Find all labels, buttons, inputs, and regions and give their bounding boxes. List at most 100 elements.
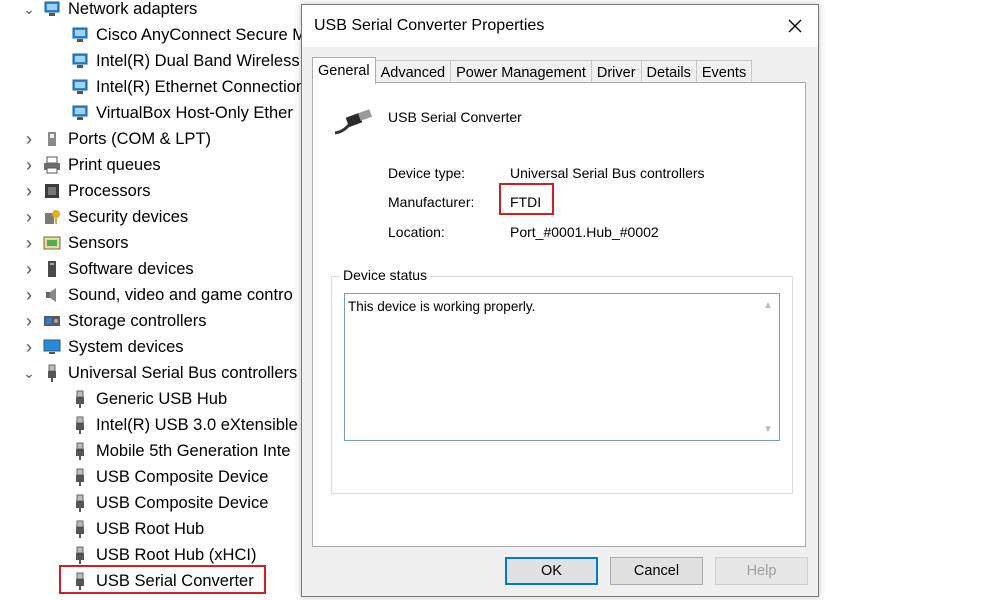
tree-item-label: Storage controllers [68, 311, 207, 330]
collapsed-arrow-icon[interactable]: › [22, 181, 36, 201]
tree-item-label: USB Composite Device [96, 467, 269, 486]
expanded-arrow-icon[interactable]: ⌄ [22, 365, 36, 381]
device-status-textbox[interactable]: This device is working properly. ▲ ▼ [344, 293, 780, 441]
tree-device[interactable]: Cisco AnyConnect Secure M [70, 23, 306, 47]
device-type-label: Device type: [388, 165, 466, 181]
close-button[interactable] [780, 11, 810, 41]
tree-item-label: USB Composite Device [96, 493, 269, 512]
tree-item-label: Cisco AnyConnect Secure M [96, 25, 307, 44]
tree-item-label: Security devices [68, 207, 189, 226]
tree-item-label: USB Root Hub (xHCI) [96, 545, 257, 564]
tab-driver[interactable]: Driver [590, 60, 642, 84]
tree-device[interactable]: Intel(R) USB 3.0 eXtensible [70, 413, 298, 437]
help-button[interactable]: Help [715, 557, 808, 585]
tree-category[interactable]: › System devices [22, 335, 184, 359]
tree-item-label: USB Root Hub [96, 519, 205, 538]
highlight-box-selected-device [59, 565, 266, 594]
tree-category[interactable]: › Storage controllers [22, 309, 207, 333]
security-icon [42, 207, 62, 227]
device-status-group: Device status This device is working pro… [331, 267, 793, 494]
tab-strip: General Advanced Power Management Driver… [312, 57, 753, 84]
tree-item-label: Intel(R) Dual Band Wireless [96, 51, 300, 70]
tree-item-label: Sensors [68, 233, 129, 252]
device-name: USB Serial Converter [388, 109, 522, 125]
device-status-label: Device status [340, 267, 431, 283]
tree-category[interactable]: ⌄ Universal Serial Bus controllers [22, 361, 297, 385]
collapsed-arrow-icon[interactable]: › [22, 285, 36, 305]
tree-item-label: Sound, video and game contro [68, 285, 293, 304]
scroll-down-icon[interactable]: ▼ [761, 422, 775, 436]
collapsed-arrow-icon[interactable]: › [22, 259, 36, 279]
usb-plug-icon [70, 415, 90, 435]
usb-plug-icon [70, 545, 90, 565]
tree-device[interactable]: USB Root Hub (xHCI) [70, 543, 256, 567]
tab-general[interactable]: General [312, 57, 376, 84]
tab-power-management[interactable]: Power Management [450, 60, 592, 84]
close-icon [788, 19, 802, 33]
tree-category[interactable]: › Software devices [22, 257, 194, 281]
collapsed-arrow-icon[interactable]: › [22, 129, 36, 149]
collapsed-arrow-icon[interactable]: › [22, 311, 36, 331]
collapsed-arrow-icon[interactable]: › [22, 233, 36, 253]
tree-item-label: Print queues [68, 155, 161, 174]
port-icon [42, 129, 62, 149]
tree-category[interactable]: › Sound, video and game contro [22, 283, 293, 307]
dialog-title: USB Serial Converter Properties [314, 17, 545, 34]
tree-category[interactable]: › Print queues [22, 153, 161, 177]
usb-cable-icon [334, 109, 373, 135]
tree-device[interactable]: Intel(R) Dual Band Wireless [70, 49, 300, 73]
tree-device[interactable]: Generic USB Hub [70, 387, 227, 411]
tree-item-label: Generic USB Hub [96, 389, 228, 408]
tree-device[interactable]: Intel(R) Ethernet Connection [70, 75, 305, 99]
tree-category[interactable]: › Ports (COM & LPT) [22, 127, 211, 151]
usb-plug-icon [70, 389, 90, 409]
tree-item-label: Ports (COM & LPT) [68, 129, 212, 148]
sensor-icon [42, 233, 62, 253]
manufacturer-label: Manufacturer: [388, 194, 475, 210]
tree-category[interactable]: › Security devices [22, 205, 188, 229]
tree-item-label: Software devices [68, 259, 194, 278]
tree-category[interactable]: › Sensors [22, 231, 129, 255]
title-bar: USB Serial Converter Properties [302, 5, 818, 47]
usb-plug-icon [70, 467, 90, 487]
tree-item-label: Intel(R) USB 3.0 eXtensible [96, 415, 298, 434]
tab-details[interactable]: Details [640, 60, 697, 84]
tree-item-label: Network adapters [68, 0, 198, 18]
collapsed-arrow-icon[interactable]: › [22, 207, 36, 227]
system-icon [42, 337, 62, 357]
tree-device[interactable]: USB Composite Device [70, 465, 268, 489]
tree-device[interactable]: Mobile 5th Generation Inte [70, 439, 290, 463]
tree-item-label: Processors [68, 181, 151, 200]
tree-device[interactable]: USB Root Hub [70, 517, 204, 541]
tab-advanced[interactable]: Advanced [374, 60, 452, 84]
scroll-up-icon[interactable]: ▲ [761, 298, 775, 312]
tree-category[interactable]: ⌄ Network adapters [22, 0, 197, 21]
usb-plug-icon [70, 493, 90, 513]
usb-icon [42, 363, 62, 383]
tab-events[interactable]: Events [695, 60, 753, 84]
ok-button[interactable]: OK [505, 557, 598, 585]
storage-icon [42, 311, 62, 331]
network-adapter-icon [70, 51, 90, 71]
speaker-icon [42, 285, 62, 305]
processor-icon [42, 181, 62, 201]
cancel-button[interactable]: Cancel [610, 557, 703, 585]
device-status-text: This device is working properly. [348, 299, 536, 314]
printer-icon [42, 155, 62, 175]
usb-plug-icon [70, 519, 90, 539]
collapsed-arrow-icon[interactable]: › [22, 337, 36, 357]
properties-dialog: USB Serial Converter Properties General … [301, 4, 819, 597]
tree-device[interactable]: USB Composite Device [70, 491, 268, 515]
collapsed-arrow-icon[interactable]: › [22, 155, 36, 175]
expanded-arrow-icon[interactable]: ⌄ [22, 1, 36, 17]
network-adapter-icon [42, 0, 62, 19]
tree-item-label: Universal Serial Bus controllers [68, 363, 298, 382]
tree-category[interactable]: › Processors [22, 179, 151, 203]
tree-device[interactable]: VirtualBox Host-Only Ether [70, 101, 293, 125]
tree-item-label: Intel(R) Ethernet Connection [96, 77, 306, 96]
location-value: Port_#0001.Hub_#0002 [510, 224, 659, 240]
device-type-value: Universal Serial Bus controllers [510, 165, 705, 181]
device-tree: ⌄ Network adapters Cisco AnyConnect Secure… [0, 0, 306, 600]
tree-item-label: VirtualBox Host-Only Ether [96, 103, 293, 122]
tree-item-label: Mobile 5th Generation Inte [96, 441, 291, 460]
